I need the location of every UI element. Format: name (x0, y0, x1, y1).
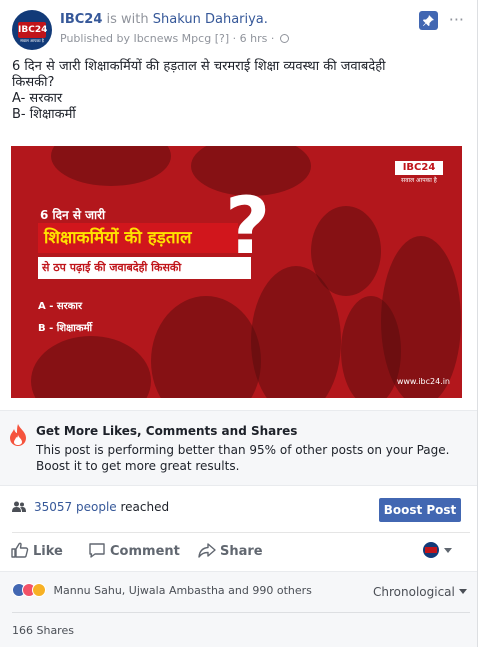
more-options-button[interactable]: ··· (449, 10, 464, 29)
comment-label: Comment (110, 544, 180, 559)
image-url: www.ibc24.in (396, 377, 450, 386)
pin-icon (423, 15, 434, 26)
separator: · (232, 32, 237, 45)
ibc24-logo-text: IBC24 (395, 161, 443, 175)
reach-stats: 35057 people reached (12, 500, 169, 514)
timestamp-link[interactable]: 6 hrs (240, 32, 268, 45)
avatar-logo: IBC24 (18, 22, 47, 38)
action-bar: Like Comment Share (0, 537, 477, 565)
like-label: Like (33, 544, 63, 559)
reactions-summary[interactable]: Mannu Sahu, Ujwala Ambastha and 990 othe… (12, 583, 312, 597)
header-title: IBC24 is with Shakun Dahariya. (60, 12, 268, 27)
question-mark: ? (225, 182, 271, 272)
published-by-text: Published by Ibcnews Mpcg (60, 32, 212, 45)
wow-reaction-icon (32, 583, 46, 597)
reactions-area: Mannu Sahu, Ujwala Ambastha and 990 othe… (0, 571, 477, 647)
share-icon (198, 543, 216, 558)
image-option-b: B - शिक्षाकर्मी (38, 323, 93, 334)
divider (12, 532, 470, 533)
divider (12, 612, 470, 613)
boost-post-button[interactable]: Boost Post (379, 498, 461, 522)
share-button[interactable]: Share (198, 541, 263, 559)
share-label: Share (220, 544, 263, 559)
card-border (477, 0, 478, 647)
post-message: 6 दिन से जारी शिक्षाकर्मियों की हड़ताल स… (12, 59, 470, 123)
is-with-text: is with (106, 12, 149, 27)
ibc24-logo-tagline: सवाल आपका है (401, 177, 437, 184)
reach-count-link[interactable]: 35057 people (34, 500, 117, 514)
boost-suggestion-panel: Get More Likes, Comments and Shares This… (0, 410, 477, 486)
image-option-a: A - सरकार (38, 301, 83, 312)
avatar-tagline: सवाल आपका है (20, 38, 44, 43)
image-headline-banner: शिक्षाकर्मियों की हड़ताल (38, 223, 238, 253)
like-button[interactable]: Like (11, 541, 63, 559)
separator: · (270, 32, 275, 45)
chevron-down-icon[interactable] (444, 548, 452, 553)
people-icon (12, 501, 26, 512)
page-avatar[interactable]: IBC24 सवाल आपका है (12, 10, 52, 50)
post-line: A- सरकार (12, 91, 63, 106)
help-link[interactable]: [?] (215, 32, 229, 45)
post-line: 6 दिन से जारी शिक्षाकर्मियों की हड़ताल स… (12, 59, 386, 74)
comment-sort-dropdown[interactable]: Chronological (373, 585, 467, 599)
post-image[interactable]: IBC24 सवाल आपका है 6 दिन से जारी शिक्षाक… (11, 146, 462, 398)
header-subtitle: Published by Ibcnews Mpcg [?] · 6 hrs · (60, 32, 289, 45)
reach-label: reached (120, 500, 170, 514)
boost-panel-title: Get More Likes, Comments and Shares (36, 424, 298, 438)
tagged-person-link[interactable]: Shakun Dahariya. (153, 12, 268, 27)
chevron-down-icon (458, 589, 467, 594)
post-line: किसकी? (12, 75, 55, 90)
boost-panel-body: This post is performing better than 95% … (36, 443, 450, 473)
flame-icon (10, 424, 26, 446)
post-line: B- शिक्षाकर्मी (12, 107, 76, 122)
comment-icon (89, 543, 105, 558)
globe-icon (279, 34, 289, 43)
shares-count-link[interactable]: 166 Shares (12, 624, 74, 637)
post-header: IBC24 सवाल आपका है IBC24 is with Shakun … (12, 10, 470, 50)
comment-button[interactable]: Comment (88, 541, 180, 559)
page-name-link[interactable]: IBC24 (60, 12, 102, 27)
reaction-names[interactable]: Mannu Sahu, Ujwala Ambastha and 990 othe… (54, 584, 312, 597)
thumbs-up-icon (11, 542, 29, 558)
post-as-avatar[interactable] (423, 542, 439, 558)
image-headline-1: 6 दिन से जारी (40, 208, 106, 222)
ibc24-logo: IBC24 सवाल आपका है (395, 161, 443, 184)
pin-button[interactable] (419, 11, 438, 30)
sort-label: Chronological (373, 585, 455, 599)
image-headline-3: से ठप पढ़ाई की जवाबदेही किसकी (38, 257, 251, 279)
